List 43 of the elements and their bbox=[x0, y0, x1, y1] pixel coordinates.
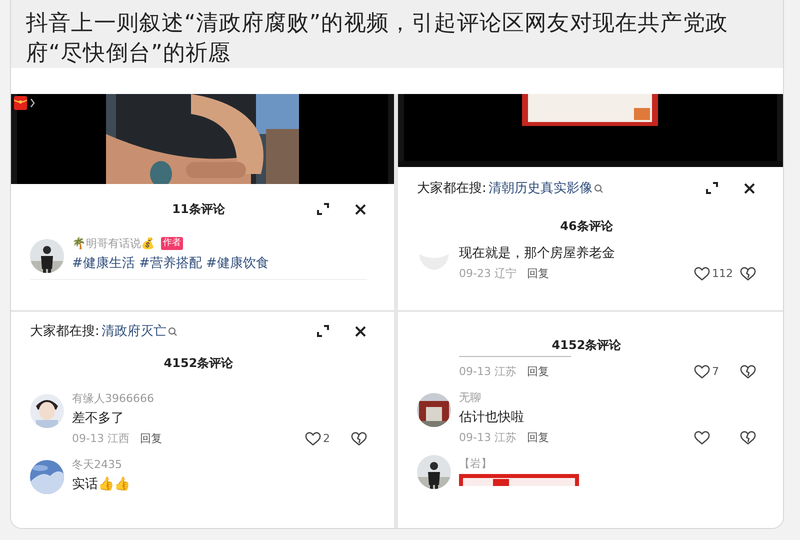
close-icon[interactable] bbox=[354, 324, 367, 338]
search-icon[interactable] bbox=[168, 326, 178, 336]
search-label: 大家都在搜: bbox=[417, 180, 486, 197]
comment-count: 46条评论 bbox=[560, 218, 613, 234]
expand-icon[interactable] bbox=[705, 181, 719, 195]
comment-text: 估计也快啦 bbox=[459, 408, 524, 426]
heart-icon[interactable] bbox=[305, 430, 321, 446]
reply-link[interactable]: 回复 bbox=[527, 266, 549, 280]
hashtag-links[interactable]: #健康生活 #营养搭配 #健康饮食 bbox=[72, 254, 269, 272]
dislike-icon[interactable] bbox=[740, 266, 756, 280]
search-link[interactable]: 清政府灭亡 bbox=[101, 322, 166, 340]
like-count: 112 bbox=[711, 266, 734, 280]
heart-icon[interactable] bbox=[694, 364, 710, 378]
like-count: 7 bbox=[711, 364, 720, 378]
post-title: 抖音上一则叙述“清政府腐败”的视频，引起评论区网友对现在共产党政府“尽快倒台”的祈愿 bbox=[26, 10, 729, 68]
comment-count: 11条评论 bbox=[172, 200, 225, 218]
like-count: 2 bbox=[322, 432, 331, 444]
comment-date: 09-23 辽宁 bbox=[459, 266, 518, 280]
heart-icon[interactable] bbox=[694, 430, 710, 444]
comment-text: 差不多了 bbox=[72, 410, 124, 426]
expand-icon[interactable] bbox=[316, 202, 330, 216]
close-icon[interactable] bbox=[743, 182, 756, 194]
search-link[interactable]: 清朝历史真实影像 bbox=[488, 179, 592, 197]
comment-count: 4152条评论 bbox=[552, 336, 622, 354]
comment-date: 09-13 江苏 bbox=[459, 364, 518, 378]
reply-link[interactable]: 回复 bbox=[527, 430, 549, 444]
comment-text: 现在就是，那个房屋养老金 bbox=[459, 244, 615, 262]
dislike-icon[interactable] bbox=[740, 430, 756, 444]
reply-link[interactable]: 回复 bbox=[140, 430, 162, 446]
search-label: 大家都在搜: bbox=[30, 323, 100, 340]
close-icon[interactable] bbox=[354, 202, 367, 216]
search-icon[interactable] bbox=[594, 184, 604, 192]
envelope-icon[interactable] bbox=[14, 96, 36, 110]
dislike-icon[interactable] bbox=[351, 430, 367, 446]
reply-link[interactable]: 回复 bbox=[527, 364, 549, 378]
comment-text: 实话👍👍 bbox=[72, 476, 130, 492]
comment-count: 4152条评论 bbox=[164, 354, 234, 372]
author-badge: 作者 bbox=[161, 237, 183, 250]
heart-icon[interactable] bbox=[694, 266, 710, 280]
dislike-icon[interactable] bbox=[740, 364, 756, 378]
comment-date: 09-13 江苏 bbox=[459, 430, 518, 444]
expand-icon[interactable] bbox=[316, 324, 330, 338]
comment-date: 09-13 江西 bbox=[72, 430, 130, 446]
